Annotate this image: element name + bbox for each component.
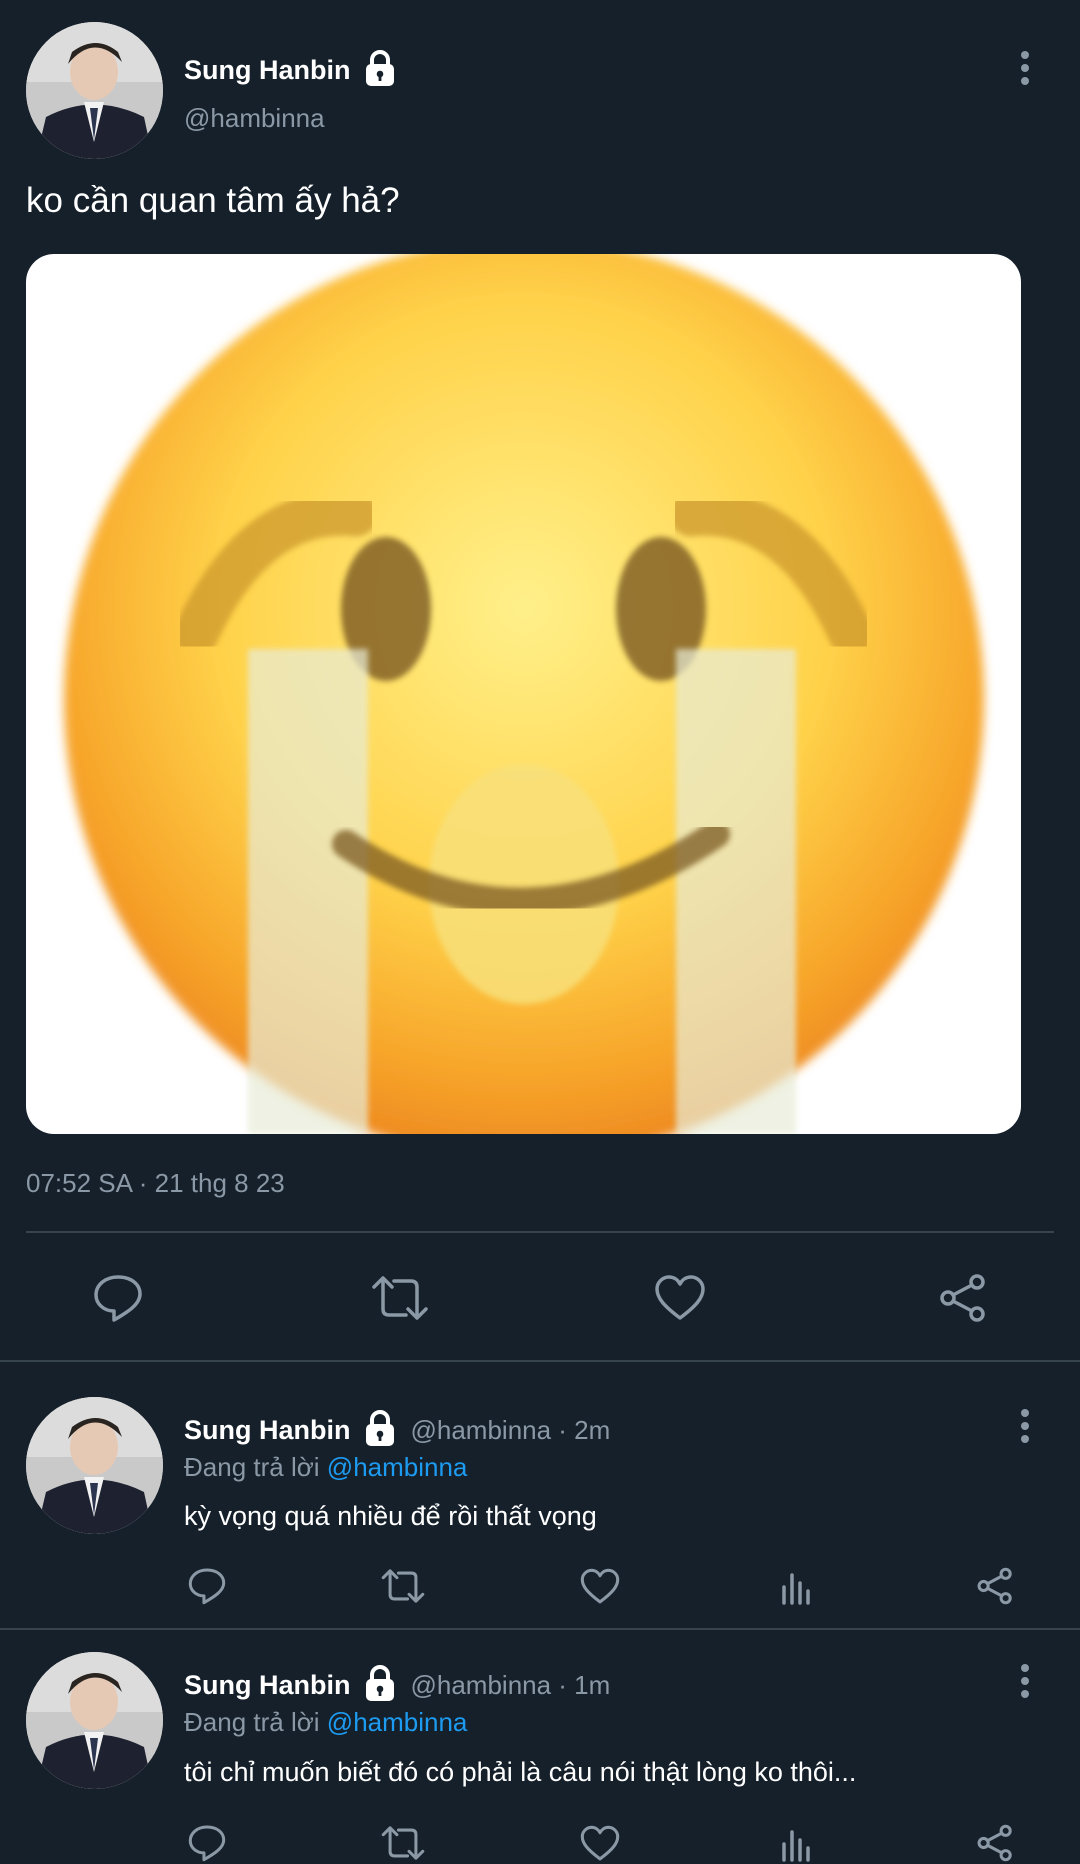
analytics-icon[interactable] xyxy=(772,1565,822,1607)
more-vertical-icon[interactable] xyxy=(1010,1661,1040,1701)
author-name[interactable]: Sung Hanbin xyxy=(184,55,350,86)
reply-icon[interactable] xyxy=(182,1822,232,1864)
section-divider xyxy=(0,1360,1080,1362)
like-icon[interactable] xyxy=(575,1565,625,1607)
share-icon[interactable] xyxy=(970,1822,1020,1864)
lock-icon xyxy=(360,48,400,93)
retweet-icon[interactable] xyxy=(378,1565,428,1607)
reply-icon[interactable] xyxy=(88,1270,148,1326)
author-avatar[interactable] xyxy=(26,22,163,159)
like-icon[interactable] xyxy=(650,1270,710,1326)
tweet-image[interactable] xyxy=(26,254,1021,1134)
reply-author-name[interactable]: Sung Hanbin xyxy=(184,1415,350,1446)
reply-text: tôi chỉ muốn biết đó có phải là câu nói … xyxy=(184,1757,857,1787)
more-vertical-icon[interactable] xyxy=(1010,1406,1040,1446)
tweet-timestamp: 07:52 SA · 21 thg 8 23 xyxy=(26,1168,285,1198)
reply-icon[interactable] xyxy=(182,1565,232,1607)
reply-avatar[interactable] xyxy=(26,1397,163,1534)
section-divider xyxy=(0,1628,1080,1630)
analytics-icon[interactable] xyxy=(772,1822,822,1864)
replying-prefix: Đang trả lời xyxy=(184,1707,320,1737)
reply-handle-time[interactable]: @hambinna · 1m xyxy=(410,1670,610,1701)
replying-to-link[interactable]: @hambinna xyxy=(327,1707,468,1737)
lock-icon xyxy=(360,1663,400,1708)
more-vertical-icon[interactable] xyxy=(1010,48,1040,88)
retweet-icon[interactable] xyxy=(370,1270,430,1326)
replying-prefix: Đang trả lời xyxy=(184,1452,320,1482)
retweet-icon[interactable] xyxy=(378,1822,428,1864)
author-handle[interactable]: @hambinna xyxy=(184,103,325,134)
reply-avatar[interactable] xyxy=(26,1652,163,1789)
like-icon[interactable] xyxy=(575,1822,625,1864)
share-icon[interactable] xyxy=(970,1565,1020,1607)
divider xyxy=(26,1231,1054,1233)
reply-handle-time[interactable]: @hambinna · 2m xyxy=(410,1415,610,1446)
tweet-text: ko cần quan tâm ấy hả? xyxy=(26,181,400,220)
share-icon[interactable] xyxy=(933,1270,993,1326)
reply-text: kỳ vọng quá nhiều để rồi thất vọng xyxy=(184,1501,597,1531)
replying-to-link[interactable]: @hambinna xyxy=(327,1452,468,1482)
lock-icon xyxy=(360,1408,400,1453)
reply-author-name[interactable]: Sung Hanbin xyxy=(184,1670,350,1701)
